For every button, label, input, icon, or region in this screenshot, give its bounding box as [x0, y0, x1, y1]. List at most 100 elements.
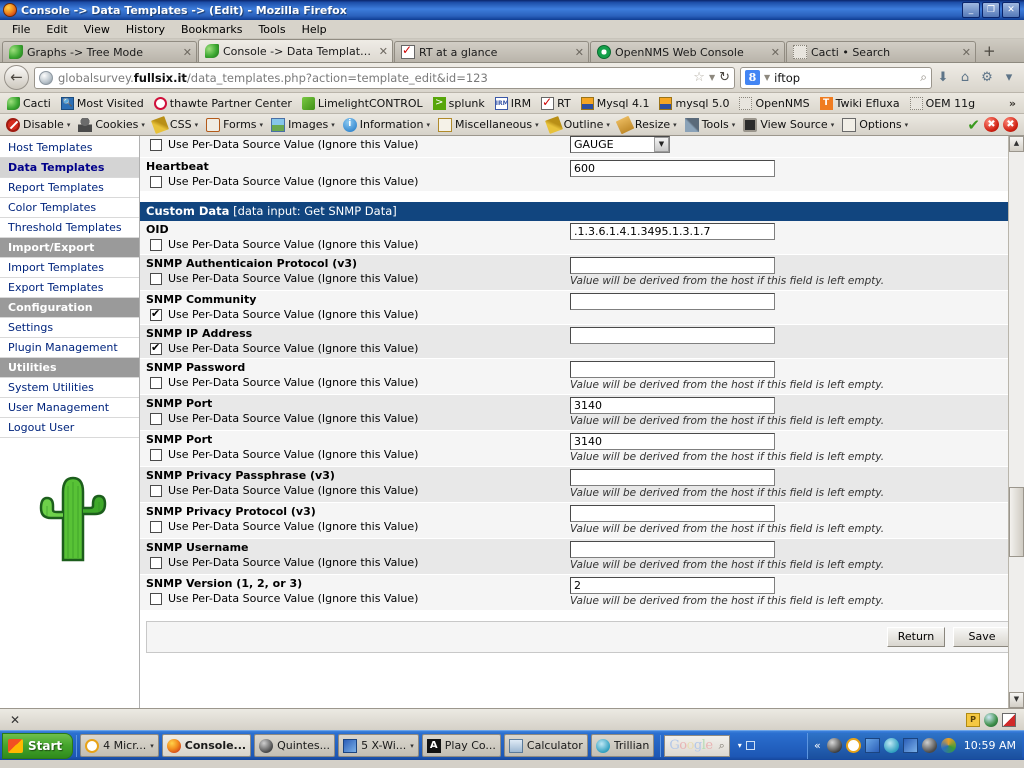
devtool-resize[interactable]: Resize ▾ — [614, 115, 681, 134]
bookmark-opennms[interactable]: OpenNMS — [734, 96, 814, 110]
maximize-button[interactable]: ❐ — [982, 2, 1000, 18]
devtool-images[interactable]: Images ▾ — [267, 117, 339, 132]
reload-icon[interactable]: ↻ — [719, 70, 730, 85]
chevron-down-icon[interactable]: ▼ — [654, 137, 669, 152]
devtool-css[interactable]: CSS ▾ — [149, 115, 202, 134]
browser-tab-opennms[interactable]: OpenNMS Web Console ✕ — [590, 41, 785, 62]
sidebar-item-import-templates[interactable]: Import Templates — [0, 258, 139, 278]
per-data-source-checkbox[interactable] — [150, 138, 162, 151]
back-button[interactable]: ← — [4, 65, 29, 90]
tab-close-icon[interactable]: ✕ — [962, 46, 971, 59]
chevron-down-icon[interactable]: ▼ — [709, 73, 715, 82]
devtool-forms[interactable]: Forms ▾ — [202, 117, 267, 132]
home-icon[interactable]: ⌂ — [954, 70, 976, 85]
scrollbar-track[interactable] — [1009, 152, 1024, 692]
sidebar-item-settings[interactable]: Settings — [0, 318, 139, 338]
devtool-outline[interactable]: Outline ▾ — [543, 115, 614, 134]
per-data-source-checkbox[interactable] — [150, 238, 162, 251]
snmp-privacy-protocol-input[interactable] — [570, 505, 775, 522]
search-icon[interactable]: ⌕ — [920, 70, 927, 85]
sidebar-item-plugin-management[interactable]: Plugin Management — [0, 338, 139, 358]
sidebar-item-host-templates[interactable]: Host Templates — [0, 138, 139, 158]
new-tab-button[interactable]: + — [977, 42, 1002, 62]
snmp-password-input[interactable] — [570, 361, 775, 378]
chevron-down-icon[interactable]: ▾ — [410, 742, 414, 750]
menu-item-edit[interactable]: Edit — [38, 21, 75, 38]
snmp-auth-protocol-input[interactable] — [570, 257, 775, 274]
network-icon[interactable] — [864, 738, 880, 753]
tab-close-icon[interactable]: ✕ — [575, 46, 584, 59]
data-source-type-select[interactable]: GAUGE ▼ — [570, 136, 670, 153]
sidebar-item-logout-user[interactable]: Logout User — [0, 418, 139, 438]
browser-tab-cacti-search[interactable]: Cacti • Search ✕ — [786, 41, 976, 62]
devtool-disable[interactable]: Disable ▾ — [2, 117, 74, 132]
sidebar-item-system-utilities[interactable]: System Utilities — [0, 378, 139, 398]
sidebar-item-report-templates[interactable]: Report Templates — [0, 178, 139, 198]
taskbar-item-quintessence[interactable]: Quintes... — [254, 734, 336, 757]
per-data-source-checkbox[interactable] — [150, 484, 162, 497]
snmp-username-input[interactable] — [570, 541, 775, 558]
downloads-icon[interactable]: ⬇ — [932, 70, 954, 85]
xwindow-icon[interactable] — [902, 738, 918, 753]
devtool-options[interactable]: Options ▾ — [838, 117, 912, 132]
devtool-cookies[interactable]: Cookies ▾ — [74, 117, 149, 132]
taskbar-item-console[interactable]: Console... — [161, 734, 252, 757]
snmp-privacy-passphrase-input[interactable] — [570, 469, 775, 486]
snmp-port-input[interactable]: 3140 — [570, 433, 775, 450]
tab-close-icon[interactable]: ✕ — [379, 45, 388, 58]
quintessence-icon[interactable] — [826, 738, 842, 753]
bookmark-splunk[interactable]: > splunk — [428, 96, 490, 110]
menu-item-history[interactable]: History — [118, 21, 173, 38]
per-data-source-checkbox[interactable] — [150, 448, 162, 461]
menu-item-file[interactable]: File — [4, 21, 38, 38]
start-button[interactable]: Start — [2, 732, 74, 759]
url-bar[interactable]: globalsurvey.fullsix.it/data_templates.p… — [34, 66, 735, 89]
page-vertical-scrollbar[interactable]: ▲ ▼ — [1008, 136, 1024, 708]
bookmark-mysql-50[interactable]: mysql 5.0 — [654, 96, 734, 110]
per-data-source-checkbox[interactable] — [150, 556, 162, 569]
save-button[interactable]: Save — [953, 627, 1011, 647]
chevron-down-icon[interactable]: ▾ — [738, 741, 742, 750]
browser-tab-graphs[interactable]: Graphs -> Tree Mode ✕ — [2, 41, 197, 62]
snmp-version-input[interactable]: 2 — [570, 577, 775, 594]
bookmarks-overflow-icon[interactable]: » — [1003, 97, 1022, 110]
heartbeat-input[interactable]: 600 — [570, 160, 775, 177]
extension-icon[interactable]: ⚙ — [976, 70, 998, 85]
bookmark-star-icon[interactable]: ☆ — [693, 70, 705, 85]
taskbar-item-calculator[interactable]: Calculator — [503, 734, 588, 757]
p-badge-icon[interactable]: P — [966, 712, 980, 727]
browser-tab-console-data-templates[interactable]: Console -> Data Templates -> ... ✕ — [198, 39, 393, 62]
browser-tab-rt[interactable]: RT at a glance ✕ — [394, 41, 589, 62]
sidebar-item-data-templates[interactable]: Data Templates — [0, 158, 139, 178]
disc-icon[interactable] — [921, 738, 937, 753]
per-data-source-checkbox[interactable] — [150, 307, 162, 321]
devtool-tools[interactable]: Tools ▾ — [681, 117, 740, 132]
error-badge-icon[interactable]: ✖ — [1003, 117, 1018, 132]
globe-icon[interactable] — [984, 712, 998, 727]
validation-ok-icon[interactable]: ✔ — [967, 116, 980, 134]
toolbar-square-icon[interactable] — [745, 741, 755, 750]
tray-clock[interactable]: 10:59 AM — [964, 739, 1016, 752]
findbar-close-icon[interactable]: ✕ — [4, 713, 26, 727]
per-data-source-checkbox[interactable] — [150, 376, 162, 389]
chevron-down-icon[interactable]: ▾ — [150, 742, 154, 750]
per-data-source-checkbox[interactable] — [150, 272, 162, 285]
per-data-source-checkbox[interactable] — [150, 520, 162, 533]
bookmark-limelight[interactable]: LimelightCONTROL — [297, 96, 428, 110]
trillian-icon[interactable] — [883, 738, 899, 753]
google-desktop-toolbar[interactable]: Google ⌕ — [664, 734, 730, 757]
search-input[interactable]: iftop — [774, 71, 920, 85]
snmp-community-input[interactable] — [570, 293, 775, 310]
chevron-down-icon[interactable]: ▼ — [764, 73, 770, 82]
clock-icon[interactable] — [845, 738, 861, 753]
tray-expand-icon[interactable]: « — [814, 739, 821, 752]
bookmark-most-visited[interactable]: Most Visited — [56, 96, 149, 110]
scroll-down-button[interactable]: ▼ — [1009, 692, 1024, 708]
opera-icon[interactable] — [940, 738, 956, 753]
per-data-source-checkbox[interactable] — [150, 175, 162, 188]
per-data-source-checkbox[interactable] — [150, 592, 162, 605]
taskbar-item-xwindows[interactable]: 5 X-Wi... ▾ — [338, 734, 419, 757]
error-badge-icon[interactable]: ✖ — [984, 117, 999, 132]
minimize-button[interactable]: _ — [962, 2, 980, 18]
scroll-up-button[interactable]: ▲ — [1009, 136, 1024, 152]
